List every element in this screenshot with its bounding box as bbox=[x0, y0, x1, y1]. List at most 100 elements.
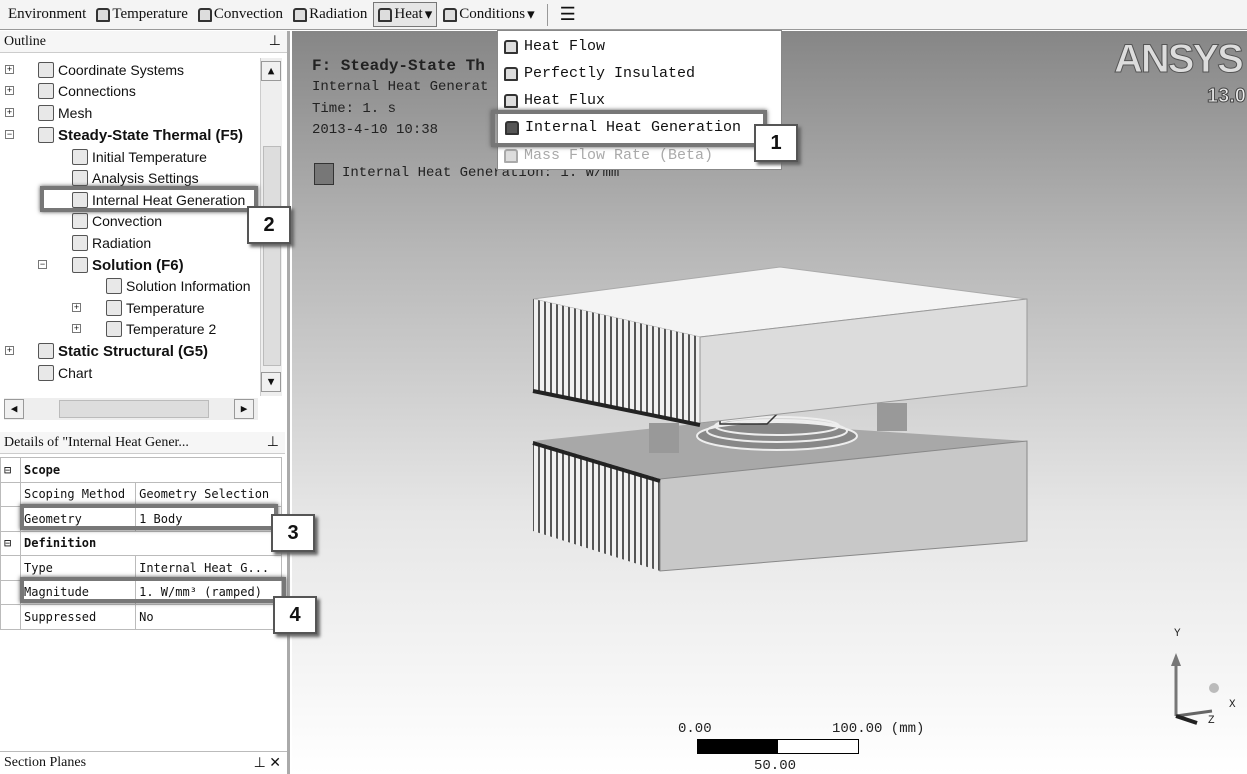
convection-button[interactable]: Convection bbox=[194, 4, 287, 25]
scroll-left-icon[interactable]: ◀ bbox=[4, 399, 24, 419]
scroll-thumb[interactable] bbox=[59, 400, 209, 418]
tree-node[interactable]: Mesh bbox=[38, 103, 92, 123]
chart-icon bbox=[38, 365, 54, 381]
radiation-button[interactable]: Radiation bbox=[289, 4, 371, 25]
label: Heat bbox=[394, 6, 423, 22]
pin-icon[interactable]: ⊥ bbox=[269, 33, 281, 50]
label: Convection bbox=[213, 6, 284, 22]
tree-node[interactable]: Solution (F6) bbox=[72, 255, 184, 275]
info-icon bbox=[106, 278, 122, 294]
tree-node[interactable]: Radiation bbox=[72, 233, 151, 253]
value[interactable]: Geometry Selection bbox=[135, 481, 282, 507]
solution-icon bbox=[72, 257, 88, 273]
top-body[interactable] bbox=[532, 266, 1028, 427]
thermal-load-icon bbox=[378, 7, 393, 22]
callout-1: 1 bbox=[754, 124, 798, 162]
thermal-load-icon bbox=[96, 7, 111, 22]
label: Heat Flux bbox=[524, 92, 606, 109]
callout-2: 2 bbox=[247, 206, 291, 244]
table-row[interactable]: Scoping Method Geometry Selection bbox=[0, 481, 282, 507]
temperature-button[interactable]: Temperature bbox=[92, 4, 192, 25]
result-icon bbox=[106, 321, 122, 337]
axis-triad[interactable] bbox=[1171, 653, 1219, 725]
label: Analysis Settings bbox=[92, 170, 199, 186]
analysis-icon bbox=[38, 343, 54, 359]
worksheet-button[interactable]: ☰ bbox=[556, 2, 580, 27]
group-label: Scope bbox=[20, 457, 282, 483]
collapse-icon[interactable]: ⊟ bbox=[0, 457, 21, 483]
tree-node[interactable]: Connections bbox=[38, 81, 136, 101]
analysis-settings-icon bbox=[72, 170, 88, 186]
spacer bbox=[0, 555, 21, 581]
label: Radiation bbox=[309, 6, 368, 22]
mesh-icon bbox=[38, 105, 54, 121]
expand-icon[interactable]: + bbox=[5, 65, 14, 74]
heat-icon bbox=[504, 39, 518, 54]
tree-node[interactable]: Initial Temperature bbox=[72, 147, 207, 167]
expand-icon[interactable]: + bbox=[5, 346, 14, 355]
label: Conditions bbox=[459, 6, 526, 22]
expand-icon[interactable]: + bbox=[5, 108, 14, 117]
scroll-thumb[interactable] bbox=[263, 146, 281, 366]
label: Coordinate Systems bbox=[58, 62, 185, 78]
menu-item-heat-flux[interactable]: Heat Flux bbox=[504, 92, 605, 109]
tree-node[interactable]: Solution Information bbox=[106, 276, 251, 296]
group-row[interactable]: ⊟ Scope bbox=[0, 457, 282, 483]
heat-dropdown[interactable]: Heat ▾ bbox=[373, 2, 438, 27]
group-label: Definition bbox=[20, 530, 282, 556]
tree-node[interactable]: Steady-State Thermal (F5) bbox=[38, 125, 243, 145]
tree-node[interactable]: Coordinate Systems bbox=[38, 60, 184, 80]
conditions-dropdown[interactable]: Conditions ▾ bbox=[439, 3, 538, 26]
thermal-load-icon bbox=[197, 7, 212, 22]
scale-left-label: 0.00 bbox=[678, 721, 712, 737]
pin-close-icons[interactable]: ⊥ ✕ bbox=[254, 755, 281, 772]
menu-item-mass-flow-rate: Mass Flow Rate (Beta) bbox=[504, 147, 713, 164]
label: Temperature bbox=[112, 6, 188, 22]
highlight-box bbox=[491, 110, 767, 147]
heat-icon bbox=[504, 93, 518, 108]
tree-node[interactable]: Chart bbox=[38, 363, 92, 383]
scroll-down-icon[interactable]: ▼ bbox=[261, 372, 281, 392]
menu-item-heat-flow[interactable]: Heat Flow bbox=[504, 38, 605, 55]
section-planes-title: Section Planes bbox=[4, 755, 87, 770]
environment-button[interactable]: Environment bbox=[4, 4, 90, 25]
pin-icon[interactable]: ⊥ bbox=[267, 434, 279, 451]
outline-header: Outline ⊥ bbox=[0, 31, 287, 53]
callout-4: 4 bbox=[273, 596, 317, 634]
label: Perfectly Insulated bbox=[524, 65, 696, 82]
expand-icon[interactable]: + bbox=[72, 303, 81, 312]
scale-mid-label: 50.00 bbox=[754, 758, 797, 774]
chevron-down-icon: ▾ bbox=[424, 7, 433, 23]
menu-item-perfectly-insulated[interactable]: Perfectly Insulated bbox=[504, 65, 695, 82]
label: Temperature 2 bbox=[126, 321, 217, 337]
coordinate-systems-icon bbox=[38, 62, 54, 78]
expand-icon[interactable]: + bbox=[72, 324, 81, 333]
axis-y-label: Y bbox=[1174, 628, 1181, 640]
tree-node[interactable]: Analysis Settings bbox=[72, 168, 199, 188]
collapse-icon[interactable]: − bbox=[5, 130, 14, 139]
outline-title: Outline bbox=[4, 33, 46, 49]
thermal-load-icon bbox=[443, 7, 458, 22]
label: Mass Flow Rate (Beta) bbox=[524, 147, 714, 164]
highlight-box bbox=[40, 186, 258, 212]
tree-node[interactable]: Temperature bbox=[106, 298, 205, 318]
value[interactable]: No bbox=[135, 604, 282, 630]
tree-node[interactable]: Convection bbox=[72, 211, 162, 231]
label: Static Structural (G5) bbox=[58, 342, 209, 360]
collapse-icon[interactable]: − bbox=[38, 260, 47, 269]
label: Chart bbox=[58, 365, 93, 381]
scroll-right-icon[interactable]: ▶ bbox=[234, 399, 254, 419]
group-row[interactable]: ⊟ Definition bbox=[0, 530, 282, 556]
connections-icon bbox=[38, 83, 54, 99]
outline-horizontal-scrollbar[interactable]: ◀ ▶ bbox=[4, 398, 258, 420]
tree-node[interactable]: Static Structural (G5) bbox=[38, 341, 208, 361]
convection-icon bbox=[72, 213, 88, 229]
scroll-up-icon[interactable]: ▲ bbox=[261, 61, 281, 81]
left-panel: Outline ⊥ + Coordinate Systems + Connecti… bbox=[0, 31, 290, 774]
tree-node[interactable]: Temperature 2 bbox=[106, 319, 216, 339]
expand-icon[interactable]: + bbox=[5, 86, 14, 95]
highlight-box bbox=[20, 577, 286, 603]
toolbar: Environment Temperature Convection Radia… bbox=[0, 0, 1247, 30]
collapse-icon[interactable]: ⊟ bbox=[0, 530, 21, 556]
table-row[interactable]: Suppressed No bbox=[0, 604, 282, 630]
